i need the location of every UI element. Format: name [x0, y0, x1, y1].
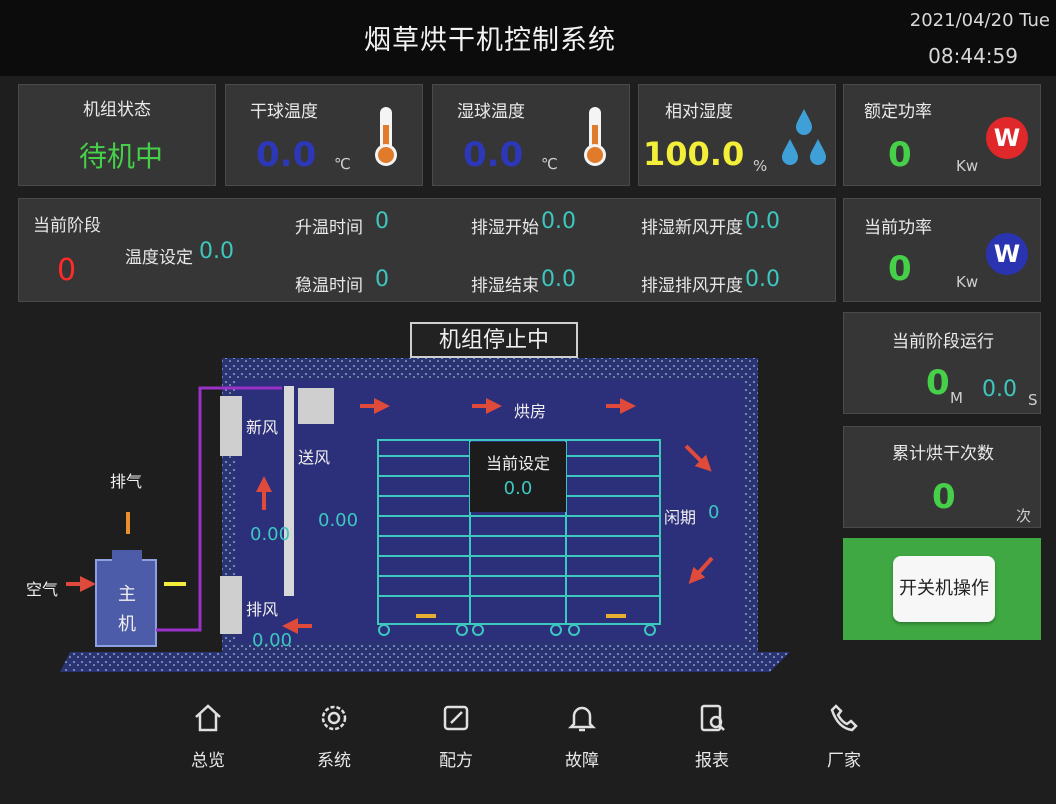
current-power-card: 当前功率 0 Kw W — [843, 198, 1041, 302]
exhaust-opening-label: 排湿排风开度 — [641, 276, 743, 296]
air-in-label: 空气 — [26, 580, 59, 599]
dry-count-card: 累计烘干次数 0 次 — [843, 426, 1041, 528]
exhaust-gas-label: 排气 — [110, 472, 143, 491]
stage-run-m-unit: M — [950, 389, 963, 407]
rated-power-value: 0 — [888, 135, 912, 175]
nav-vendor[interactable]: 厂家 — [804, 702, 884, 771]
humidity-unit: % — [753, 157, 768, 175]
report-icon — [700, 704, 725, 732]
nav-vendor-label: 厂家 — [827, 751, 861, 771]
nav-report[interactable]: 报表 — [672, 702, 752, 771]
humidity-card: 相对湿度 100.0 % — [638, 84, 836, 186]
stage-label: 当前阶段 — [33, 216, 101, 236]
wet-bulb-label: 湿球温度 — [457, 102, 525, 122]
fresh-air-opening-label: 排湿新风开度 — [641, 218, 743, 238]
nav-system[interactable]: 系统 — [294, 702, 374, 771]
nav-system-label: 系统 — [317, 751, 351, 771]
power-toggle-button[interactable]: 开关机操作 — [893, 556, 995, 622]
thermometer-icon — [370, 105, 402, 173]
fresh-air-vent — [220, 396, 242, 456]
temp-set-value: 0.0 — [199, 239, 234, 264]
current-setting-label: 当前设定 — [485, 454, 550, 473]
power-w-icon: W — [986, 233, 1028, 275]
dry-bulb-unit: ℃ — [334, 155, 351, 173]
current-setting-box: 当前设定 0.0 — [470, 442, 566, 512]
stage-panel: 当前阶段 0 温度设定 0.0 升温时间 0 稳温时间 0 排湿开始 0.0 排… — [18, 198, 836, 302]
wet-bulb-value: 0.0 — [463, 135, 524, 175]
humidity-label: 相对湿度 — [665, 102, 733, 122]
dry-bulb-card: 干球温度 0.0 ℃ — [225, 84, 423, 186]
dehum-end-value: 0.0 — [541, 267, 576, 292]
damper-value: 0 — [708, 502, 720, 523]
stage-run-s-unit: S — [1028, 391, 1038, 409]
phone-icon — [830, 704, 858, 732]
rated-power-card: 额定功率 0 Kw W — [843, 84, 1041, 186]
dehum-end-label: 排湿结束 — [471, 276, 539, 296]
power-w-icon: W — [986, 117, 1028, 159]
heat-time-value: 0 — [375, 209, 389, 234]
time-display: 08:44:59 — [928, 44, 1018, 68]
home-icon — [195, 704, 221, 732]
wet-bulb-unit: ℃ — [541, 155, 558, 173]
exhaust-air-label: 排风 — [246, 600, 279, 619]
stage-run-card: 当前阶段运行 0 M 0.0 S — [843, 312, 1041, 414]
nav-report-label: 报表 — [695, 751, 729, 771]
nav-overview-label: 总览 — [191, 751, 225, 771]
date-display: 2021/04/20 Tue — [909, 10, 1050, 31]
water-drops-icon — [779, 105, 829, 173]
nav-overview[interactable]: 总览 — [168, 702, 248, 771]
divider-wall — [284, 386, 294, 596]
host-label-bottom: 机 — [118, 614, 136, 635]
wet-bulb-card: 湿球温度 0.0 ℃ — [432, 84, 630, 186]
damper-label: 闲期 — [664, 508, 697, 527]
steady-time-label: 稳温时间 — [295, 276, 363, 296]
edit-icon — [443, 705, 469, 731]
exhaust-vent — [220, 576, 242, 634]
heat-time-label: 升温时间 — [295, 218, 363, 238]
nav-fault-label: 故障 — [565, 751, 599, 771]
dehum-start-label: 排湿开始 — [471, 218, 539, 238]
steady-time-value: 0 — [375, 267, 389, 292]
dry-count-unit: 次 — [1016, 507, 1032, 525]
dry-count-label: 累计烘干次数 — [892, 444, 994, 464]
rated-power-unit: Kw — [956, 157, 979, 175]
host-label-top: 主 — [118, 584, 136, 605]
stage-run-seconds: 0.0 — [982, 377, 1017, 402]
dry-bulb-label: 干球温度 — [250, 102, 318, 122]
drying-room-label: 烘房 — [514, 402, 547, 421]
bell-icon — [567, 706, 597, 732]
current-setting-value: 0.0 — [503, 478, 533, 499]
fresh-air-opening-value: 0.0 — [745, 209, 780, 234]
page-title: 烟草烘干机控制系统 — [364, 25, 616, 56]
stage-value: 0 — [57, 253, 77, 288]
current-power-unit: Kw — [956, 273, 979, 291]
thermometer-icon — [579, 105, 611, 173]
nav-recipe-label: 配方 — [439, 751, 473, 771]
fan-box — [298, 388, 334, 424]
current-power-value: 0 — [888, 249, 912, 289]
rated-power-label: 额定功率 — [864, 102, 932, 122]
ground-slab — [60, 652, 790, 672]
dry-count-value: 0 — [932, 477, 956, 517]
left-flow-value: 0.00 — [250, 524, 291, 545]
stage-run-minutes: 0 — [926, 363, 950, 403]
unit-status-label: 机组状态 — [83, 100, 151, 120]
dehum-start-value: 0.0 — [541, 209, 576, 234]
current-power-label: 当前功率 — [864, 218, 932, 238]
nav-recipe[interactable]: 配方 — [416, 702, 496, 771]
mid-flow-value: 0.00 — [318, 510, 359, 531]
exhaust-opening-value: 0.0 — [745, 267, 780, 292]
humidity-value: 100.0 — [643, 135, 745, 173]
bottom-flow-value: 0.00 — [252, 630, 293, 651]
stage-run-label: 当前阶段运行 — [892, 332, 994, 352]
dry-bulb-value: 0.0 — [256, 135, 317, 175]
fresh-air-label: 新风 — [246, 418, 279, 437]
nav-fault[interactable]: 故障 — [542, 702, 622, 771]
temp-set-label: 温度设定 — [125, 248, 193, 268]
unit-status-value: 待机中 — [79, 140, 164, 173]
gear-icon — [321, 705, 347, 731]
supply-air-label: 送风 — [298, 448, 331, 467]
unit-status-card: 机组状态 待机中 — [18, 84, 216, 186]
